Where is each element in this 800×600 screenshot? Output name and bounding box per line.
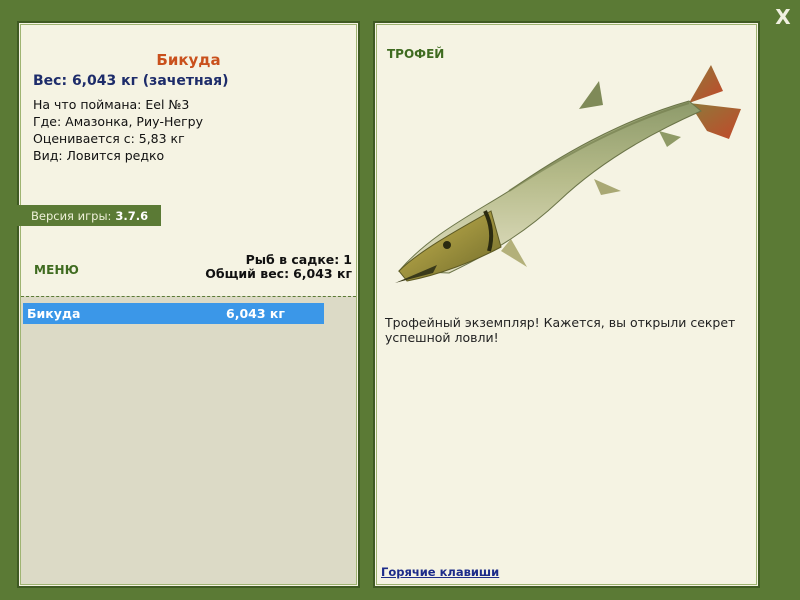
- catch-list: Бикуда 6,043 кг: [21, 296, 356, 584]
- fish-name: Бикуда: [156, 51, 221, 69]
- fish-weight: Вес: 6,043 кг (зачетная): [33, 73, 229, 89]
- location-text: Где: Амазонка, Риу-Негру: [33, 114, 203, 129]
- trophy-panel: ТРОФЕЙ Трофейный экземпляр! Кажется, вы …: [373, 21, 760, 588]
- close-button[interactable]: X: [772, 5, 794, 29]
- hotkeys-link[interactable]: Горячие клавиши: [381, 565, 499, 579]
- version-label: Версия игры:: [31, 208, 112, 223]
- fish-info-panel: Бикуда Вес: 6,043 кг (зачетная) На что п…: [17, 21, 360, 588]
- valued-from-text: Оценивается с: 5,83 кг: [33, 131, 185, 146]
- fish-image: [395, 65, 741, 283]
- total-weight-value: 6,043 кг: [293, 266, 352, 281]
- trophy-label: ТРОФЕЙ: [387, 47, 445, 61]
- catch-weight: 6,043 кг: [226, 306, 285, 321]
- list-item[interactable]: Бикуда 6,043 кг: [23, 303, 324, 324]
- keepnet-count-label: Рыб в садке:: [245, 252, 340, 267]
- close-icon: X: [775, 5, 791, 29]
- version-badge: Версия игры: 3.7.6: [17, 205, 161, 226]
- total-weight: Общий вес: 6,043 кг: [205, 266, 352, 281]
- total-weight-label: Общий вес:: [205, 266, 290, 281]
- catch-name: Бикуда: [27, 306, 81, 321]
- species-text: Вид: Ловится редко: [33, 148, 165, 163]
- trophy-text: Трофейный экземпляр! Кажется, вы открыли…: [385, 315, 736, 345]
- menu-button[interactable]: МЕНЮ: [34, 263, 79, 277]
- caught-on-text: На что поймана: Eel №3: [33, 97, 190, 112]
- keepnet-count: Рыб в садке: 1: [246, 252, 352, 267]
- keepnet-count-value: 1: [343, 252, 352, 267]
- version-value: 3.7.6: [115, 208, 149, 223]
